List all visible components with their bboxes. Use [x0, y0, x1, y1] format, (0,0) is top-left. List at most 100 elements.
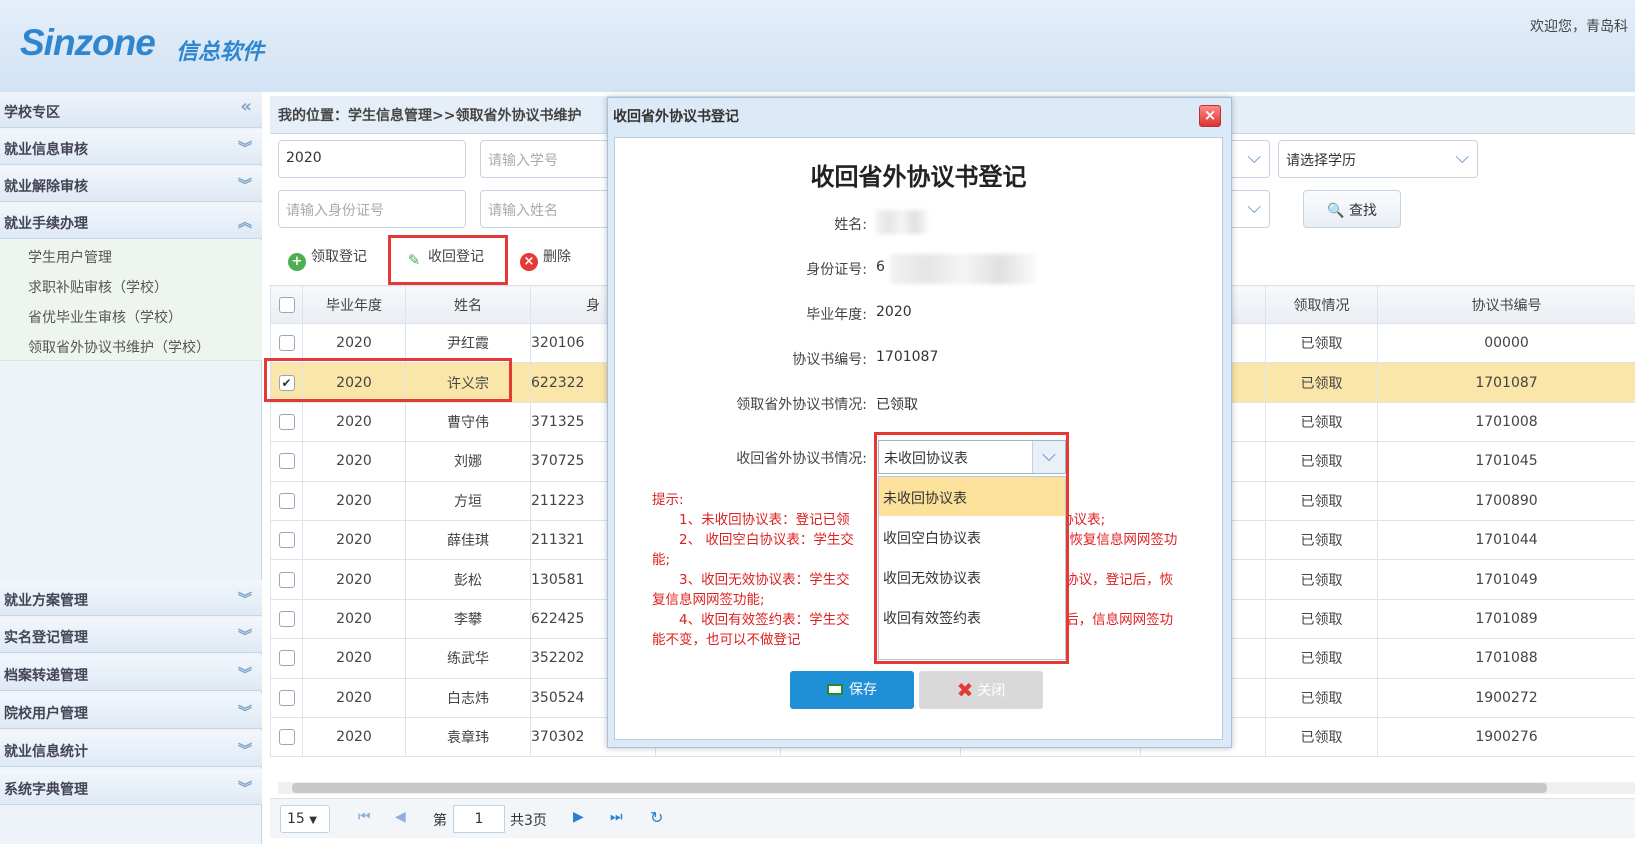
row-checkbox[interactable] — [270, 559, 303, 600]
welcome-text: 欢迎您，青岛科 — [1530, 19, 1628, 35]
receive-status-label: 领取省外协议书情况: — [736, 397, 867, 413]
row-checkbox[interactable] — [270, 638, 303, 679]
sidebar-section-archive[interactable]: 档案转递管理 ︾ — [0, 655, 262, 691]
cell-agreement-no: 1701044 — [1377, 519, 1635, 561]
agreement-no-value: 1701087 — [876, 349, 939, 365]
col-agreement-no: 协议书编号 — [1377, 285, 1635, 324]
delete-button-label: 删除 — [543, 249, 571, 265]
checkbox-icon[interactable] — [278, 453, 295, 470]
id-redacted — [890, 254, 1036, 284]
checkbox-icon[interactable] — [278, 650, 295, 667]
row-checkbox[interactable] — [270, 598, 303, 640]
sidebar-section-realname[interactable]: 实名登记管理 ︾ — [0, 617, 262, 653]
cell-status: 已领取 — [1265, 401, 1378, 443]
cell-name: 李攀 — [405, 598, 531, 640]
row-checkbox[interactable] — [270, 480, 303, 521]
page-input[interactable]: 1 — [453, 805, 505, 833]
sidebar-section-statistics[interactable]: 就业信息统计 ︾ — [0, 731, 262, 767]
row-checkbox[interactable] — [270, 519, 303, 561]
cell-status: 已领取 — [1265, 441, 1378, 482]
recover-status-label: 收回省外协议书情况: — [736, 451, 867, 467]
collapse-icon[interactable]: « — [240, 96, 252, 117]
row-checkbox[interactable] — [270, 401, 303, 443]
sidebar-section-procedures[interactable]: 就业手续办理 ︽ — [0, 203, 262, 239]
search-icon: 🔍 — [1327, 203, 1345, 219]
sidebar-section-label: 就业方案管理 — [4, 593, 88, 609]
close-icon[interactable]: × — [1199, 105, 1221, 127]
next-page-icon[interactable]: ▶ — [573, 809, 584, 825]
prev-page-icon[interactable]: ◀ — [395, 809, 406, 825]
page-size-value: 15 — [287, 811, 305, 827]
sidebar-section-school-users[interactable]: 院校用户管理 ︾ — [0, 693, 262, 729]
cell-status: 已领取 — [1265, 480, 1378, 521]
education-select-label: 请选择学历 — [1286, 153, 1356, 169]
delete-icon: × — [520, 253, 538, 271]
scrollbar-thumb[interactable] — [292, 783, 1547, 793]
sidebar-section-dictionary[interactable]: 系统字典管理 ︾ — [0, 769, 262, 805]
search-button-label: 查找 — [1348, 203, 1377, 219]
cell-year: 2020 — [302, 519, 406, 561]
row-checkbox[interactable] — [270, 716, 303, 758]
search-button[interactable]: 🔍 查找 — [1303, 190, 1401, 228]
chevron-down-icon: ⌵ — [1455, 147, 1469, 168]
checkbox-icon[interactable] — [278, 413, 295, 430]
page-total: 共3页 — [510, 813, 547, 829]
sidebar-section-label: 系统字典管理 — [4, 782, 88, 798]
first-page-icon[interactable]: ⏮ — [358, 809, 371, 825]
receive-button[interactable]: + 领取登记 — [288, 235, 367, 275]
page-size-select[interactable]: 15 ▼ — [280, 805, 330, 833]
sidebar-section-release-audit[interactable]: 就业解除审核 ︾ — [0, 166, 262, 202]
delete-button[interactable]: × 删除 — [520, 235, 571, 275]
cell-status: 已领取 — [1265, 598, 1378, 640]
sidebar-item-student-users[interactable]: 学生用户管理 — [0, 240, 262, 271]
sidebar-section-label: 就业信息审核 — [4, 142, 88, 158]
cell-year: 2020 — [302, 638, 406, 679]
cell-status: 已领取 — [1265, 322, 1378, 364]
chevron-double-down-icon: ︾ — [238, 141, 252, 157]
checkbox-icon[interactable] — [278, 689, 295, 706]
checkbox-icon[interactable] — [278, 532, 295, 549]
chevron-double-down-icon: ︾ — [238, 667, 252, 683]
cell-agreement-no: 1701088 — [1377, 638, 1635, 679]
checkbox-icon[interactable] — [278, 729, 295, 746]
id-input[interactable]: 请输入身份证号 — [278, 190, 466, 228]
student-no-input[interactable]: 请输入学号 — [480, 140, 620, 178]
cell-name: 曹守伟 — [405, 401, 531, 443]
save-button[interactable]: 保存 — [790, 671, 914, 709]
row-checkbox[interactable] — [270, 322, 303, 364]
cell-name: 薛佳琪 — [405, 519, 531, 561]
row-checkbox[interactable] — [270, 677, 303, 718]
sidebar-item-excellent-graduate[interactable]: 省优毕业生审核（学校） — [0, 300, 262, 331]
year-input[interactable]: 2020 — [278, 140, 466, 178]
select-all-checkbox[interactable] — [270, 285, 303, 324]
cell-name: 袁章玮 — [405, 716, 531, 758]
checkbox-icon[interactable] — [278, 492, 295, 509]
chevron-double-down-icon: ︾ — [238, 781, 252, 797]
sidebar-item-agreement-maintenance[interactable]: 领取省外协议书维护（学校） — [0, 330, 262, 361]
last-page-icon[interactable]: ⏭ — [610, 809, 623, 825]
col-year: 毕业年度 — [302, 285, 406, 324]
sidebar-section-label: 档案转递管理 — [4, 668, 88, 684]
cell-name: 尹红霞 — [405, 322, 531, 364]
checkbox-icon[interactable] — [278, 571, 295, 588]
page-prefix: 第 — [433, 813, 447, 829]
sidebar-section-info-audit[interactable]: 就业信息审核 ︾ — [0, 129, 262, 165]
sidebar-item-job-subsidy[interactable]: 求职补贴审核（学校） — [0, 270, 262, 301]
annotation-box-select — [874, 432, 1069, 664]
sidebar: 学校专区 « 就业信息审核 ︾ 就业解除审核 ︾ 就业手续办理 ︽ 学生用户管理 求职… — [0, 92, 262, 844]
pager: 15 ▼ ⏮ ◀ 第 1 共3页 ▶ ⏭ ↻ — [270, 798, 1635, 838]
col-name: 姓名 — [405, 285, 531, 324]
chevron-double-down-icon: ︾ — [238, 743, 252, 759]
education-select[interactable]: 请选择学历 ⌵ — [1278, 140, 1478, 178]
close-button[interactable]: ✖ 关闭 — [919, 671, 1043, 709]
cell-agreement-no: 1701087 — [1377, 362, 1635, 403]
cell-name: 白志炜 — [405, 677, 531, 718]
row-checkbox[interactable] — [270, 441, 303, 482]
logo-cn: 信总软件 — [176, 40, 265, 65]
name-input[interactable]: 请输入姓名 — [480, 190, 620, 228]
sidebar-section-plan[interactable]: 就业方案管理 ︾ — [0, 580, 262, 616]
checkbox-icon[interactable] — [278, 335, 295, 352]
refresh-icon[interactable]: ↻ — [650, 808, 663, 827]
checkbox-icon[interactable] — [278, 610, 295, 627]
name-redacted — [876, 210, 928, 234]
